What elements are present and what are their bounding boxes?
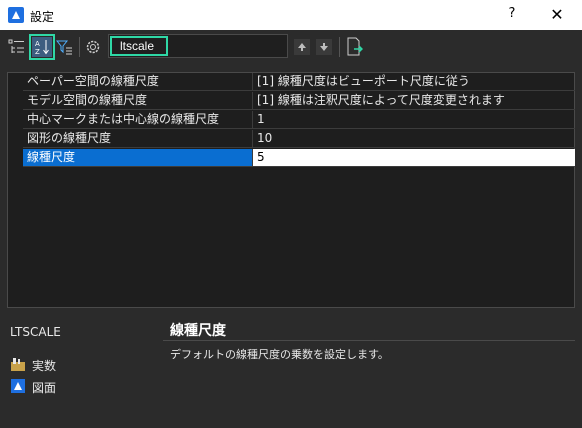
command-name: LTSCALE xyxy=(10,325,61,339)
export-icon[interactable] xyxy=(346,37,364,57)
drawing-icon xyxy=(10,378,26,397)
property-name: 中心マークまたは中心線の線種尺度 xyxy=(23,111,253,128)
window-title: 設定 xyxy=(30,10,55,24)
svg-text:Z: Z xyxy=(35,48,40,56)
close-button[interactable]: ✕ xyxy=(546,4,568,26)
description-title: 線種尺度 xyxy=(170,323,226,339)
sort-az-icon: A Z xyxy=(32,37,52,57)
search-input[interactable] xyxy=(110,36,168,56)
gear-icon[interactable] xyxy=(84,38,102,56)
arrow-down-icon[interactable] xyxy=(316,39,332,55)
property-name: 図形の線種尺度 xyxy=(23,130,253,147)
property-value[interactable]: [1] 線種は注釈尺度によって尺度変更されます xyxy=(253,92,575,109)
table-row-selected[interactable]: 線種尺度 5 xyxy=(23,149,575,167)
arrow-up-icon[interactable] xyxy=(294,39,310,55)
property-grid: ペーパー空間の線種尺度 [1] 線種尺度はビューポート尺度に従う モデル空間の線… xyxy=(7,72,575,308)
filter-icon[interactable] xyxy=(56,38,74,56)
property-value[interactable]: 1 xyxy=(253,111,575,128)
table-row[interactable]: ペーパー空間の線種尺度 [1] 線種尺度はビューポート尺度に従う xyxy=(23,73,575,91)
property-value[interactable]: [1] 線種尺度はビューポート尺度に従う xyxy=(253,73,575,90)
description-text: デフォルトの線種尺度の乗数を設定します。 xyxy=(170,348,389,361)
property-name: 線種尺度 xyxy=(23,149,253,166)
table-row[interactable]: 中心マークまたは中心線の線種尺度 1 xyxy=(23,111,575,129)
toolbar-divider xyxy=(339,37,340,57)
help-button[interactable]: ? xyxy=(502,6,522,24)
table-row[interactable]: モデル空間の線種尺度 [1] 線種は注釈尺度によって尺度変更されます xyxy=(23,92,575,110)
property-name: モデル空間の線種尺度 xyxy=(23,92,253,109)
location-info: 図面 xyxy=(10,378,56,396)
type-info: 実数 xyxy=(10,356,56,374)
description-divider xyxy=(163,340,575,341)
search-box xyxy=(108,34,288,58)
type-label: 実数 xyxy=(32,358,57,373)
location-label: 図面 xyxy=(32,380,57,395)
property-value-input[interactable]: 5 xyxy=(253,149,575,166)
grid-gutter xyxy=(8,73,23,307)
property-name: ペーパー空間の線種尺度 xyxy=(23,73,253,90)
table-row[interactable]: 図形の線種尺度 10 xyxy=(23,130,575,148)
property-value[interactable]: 10 xyxy=(253,130,575,147)
app-logo-icon xyxy=(8,7,24,23)
categorized-view-icon[interactable] xyxy=(8,38,26,56)
toolbar-divider xyxy=(79,37,80,57)
svg-text:A: A xyxy=(35,40,40,48)
real-number-icon xyxy=(10,356,26,375)
title-bar: 設定 ? ✕ xyxy=(0,0,582,30)
